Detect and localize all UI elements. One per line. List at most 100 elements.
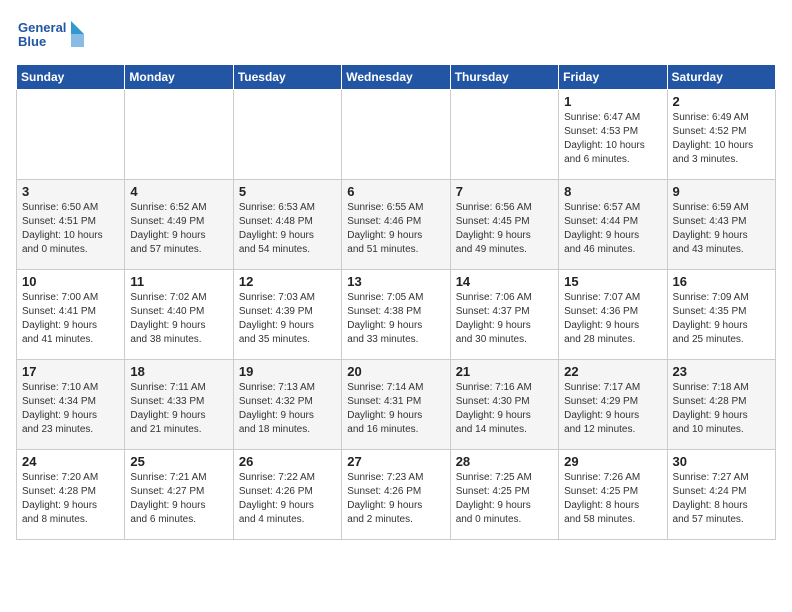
calendar-cell: 22 Sunrise: 7:17 AM Sunset: 4:29 PM Dayli… [559,360,667,450]
calendar-cell: 10 Sunrise: 7:00 AM Sunset: 4:41 PM Dayli… [17,270,125,360]
day-info: Sunrise: 6:57 AM Sunset: 4:44 PM Dayligh… [564,201,661,257]
day-number: 24 [22,454,119,469]
day-info: Sunrise: 6:59 AM Sunset: 4:43 PM Dayligh… [673,201,770,257]
day-info: Sunrise: 6:55 AM Sunset: 4:46 PM Dayligh… [347,201,444,257]
calendar-cell: 26 Sunrise: 7:22 AM Sunset: 4:26 PM Dayli… [233,450,341,540]
day-info: Sunrise: 7:14 AM Sunset: 4:31 PM Dayligh… [347,381,444,437]
calendar-cell: 4 Sunrise: 6:52 AM Sunset: 4:49 PM Daylig… [125,180,233,270]
calendar-cell: 19 Sunrise: 7:13 AM Sunset: 4:32 PM Dayli… [233,360,341,450]
day-info: Sunrise: 7:26 AM Sunset: 4:25 PM Dayligh… [564,471,661,527]
day-number: 14 [456,274,553,289]
day-info: Sunrise: 6:47 AM Sunset: 4:53 PM Dayligh… [564,111,661,167]
weekday-header-thursday: Thursday [450,65,558,90]
day-info: Sunrise: 7:10 AM Sunset: 4:34 PM Dayligh… [22,381,119,437]
day-number: 28 [456,454,553,469]
day-info: Sunrise: 7:06 AM Sunset: 4:37 PM Dayligh… [456,291,553,347]
day-info: Sunrise: 7:02 AM Sunset: 4:40 PM Dayligh… [130,291,227,347]
day-number: 8 [564,184,661,199]
day-number: 11 [130,274,227,289]
day-number: 7 [456,184,553,199]
calendar-cell: 11 Sunrise: 7:02 AM Sunset: 4:40 PM Dayli… [125,270,233,360]
day-info: Sunrise: 7:20 AM Sunset: 4:28 PM Dayligh… [22,471,119,527]
day-number: 15 [564,274,661,289]
weekday-header-saturday: Saturday [667,65,775,90]
day-number: 30 [673,454,770,469]
svg-text:Blue: Blue [18,34,46,49]
day-number: 25 [130,454,227,469]
calendar-cell: 25 Sunrise: 7:21 AM Sunset: 4:27 PM Dayli… [125,450,233,540]
calendar-cell: 6 Sunrise: 6:55 AM Sunset: 4:46 PM Daylig… [342,180,450,270]
weekday-header-monday: Monday [125,65,233,90]
day-number: 2 [673,94,770,109]
day-info: Sunrise: 7:13 AM Sunset: 4:32 PM Dayligh… [239,381,336,437]
day-number: 23 [673,364,770,379]
day-number: 5 [239,184,336,199]
calendar-cell: 15 Sunrise: 7:07 AM Sunset: 4:36 PM Dayli… [559,270,667,360]
calendar-cell: 5 Sunrise: 6:53 AM Sunset: 4:48 PM Daylig… [233,180,341,270]
day-number: 3 [22,184,119,199]
calendar-cell [450,90,558,180]
calendar-cell: 9Sunrise: 6:59 AM Sunset: 4:43 PM Daylig… [667,180,775,270]
day-number: 6 [347,184,444,199]
calendar-cell: 29 Sunrise: 7:26 AM Sunset: 4:25 PM Dayli… [559,450,667,540]
day-info: Sunrise: 6:52 AM Sunset: 4:49 PM Dayligh… [130,201,227,257]
day-number: 22 [564,364,661,379]
calendar-cell: 18 Sunrise: 7:11 AM Sunset: 4:33 PM Dayli… [125,360,233,450]
day-info: Sunrise: 7:22 AM Sunset: 4:26 PM Dayligh… [239,471,336,527]
calendar-cell: 8 Sunrise: 6:57 AM Sunset: 4:44 PM Daylig… [559,180,667,270]
day-number: 17 [22,364,119,379]
calendar-cell: 23 Sunrise: 7:18 AM Sunset: 4:28 PM Dayli… [667,360,775,450]
day-info: Sunrise: 6:50 AM Sunset: 4:51 PM Dayligh… [22,201,119,257]
calendar-cell: 3 Sunrise: 6:50 AM Sunset: 4:51 PM Daylig… [17,180,125,270]
calendar-cell: 21 Sunrise: 7:16 AM Sunset: 4:30 PM Dayli… [450,360,558,450]
day-number: 29 [564,454,661,469]
weekday-header-row: SundayMondayTuesdayWednesdayThursdayFrid… [17,65,776,90]
weekday-header-friday: Friday [559,65,667,90]
calendar-cell [342,90,450,180]
calendar-cell: 17 Sunrise: 7:10 AM Sunset: 4:34 PM Dayli… [17,360,125,450]
calendar-cell [125,90,233,180]
week-row-1: 1Sunrise: 6:47 AM Sunset: 4:53 PM Daylig… [17,90,776,180]
week-row-4: 17 Sunrise: 7:10 AM Sunset: 4:34 PM Dayli… [17,360,776,450]
calendar-cell: 27Sunrise: 7:23 AM Sunset: 4:26 PM Dayli… [342,450,450,540]
day-number: 13 [347,274,444,289]
day-number: 27 [347,454,444,469]
day-info: Sunrise: 7:16 AM Sunset: 4:30 PM Dayligh… [456,381,553,437]
day-number: 4 [130,184,227,199]
day-info: Sunrise: 6:53 AM Sunset: 4:48 PM Dayligh… [239,201,336,257]
day-number: 21 [456,364,553,379]
calendar-cell: 2 Sunrise: 6:49 AM Sunset: 4:52 PM Daylig… [667,90,775,180]
calendar-cell: 12 Sunrise: 7:03 AM Sunset: 4:39 PM Dayli… [233,270,341,360]
day-info: Sunrise: 7:11 AM Sunset: 4:33 PM Dayligh… [130,381,227,437]
day-number: 26 [239,454,336,469]
day-info: Sunrise: 7:17 AM Sunset: 4:29 PM Dayligh… [564,381,661,437]
day-info: Sunrise: 7:03 AM Sunset: 4:39 PM Dayligh… [239,291,336,347]
calendar-cell: 7 Sunrise: 6:56 AM Sunset: 4:45 PM Daylig… [450,180,558,270]
week-row-5: 24 Sunrise: 7:20 AM Sunset: 4:28 PM Dayli… [17,450,776,540]
day-number: 16 [673,274,770,289]
calendar-cell [233,90,341,180]
weekday-header-wednesday: Wednesday [342,65,450,90]
day-number: 12 [239,274,336,289]
logo-svg: General Blue [16,16,86,56]
week-row-2: 3 Sunrise: 6:50 AM Sunset: 4:51 PM Daylig… [17,180,776,270]
day-info: Sunrise: 6:49 AM Sunset: 4:52 PM Dayligh… [673,111,770,167]
calendar-cell: 14 Sunrise: 7:06 AM Sunset: 4:37 PM Dayli… [450,270,558,360]
calendar-cell: 30Sunrise: 7:27 AM Sunset: 4:24 PM Dayli… [667,450,775,540]
day-number: 10 [22,274,119,289]
logo: General Blue [16,16,86,56]
header-area: General Blue [16,16,776,56]
calendar-cell [17,90,125,180]
day-info: Sunrise: 7:07 AM Sunset: 4:36 PM Dayligh… [564,291,661,347]
day-number: 20 [347,364,444,379]
day-info: Sunrise: 7:21 AM Sunset: 4:27 PM Dayligh… [130,471,227,527]
day-info: Sunrise: 7:18 AM Sunset: 4:28 PM Dayligh… [673,381,770,437]
weekday-header-tuesday: Tuesday [233,65,341,90]
day-info: Sunrise: 7:00 AM Sunset: 4:41 PM Dayligh… [22,291,119,347]
weekday-header-sunday: Sunday [17,65,125,90]
day-number: 18 [130,364,227,379]
day-info: Sunrise: 6:56 AM Sunset: 4:45 PM Dayligh… [456,201,553,257]
day-number: 19 [239,364,336,379]
calendar-table: SundayMondayTuesdayWednesdayThursdayFrid… [16,64,776,540]
calendar-cell: 28Sunrise: 7:25 AM Sunset: 4:25 PM Dayli… [450,450,558,540]
